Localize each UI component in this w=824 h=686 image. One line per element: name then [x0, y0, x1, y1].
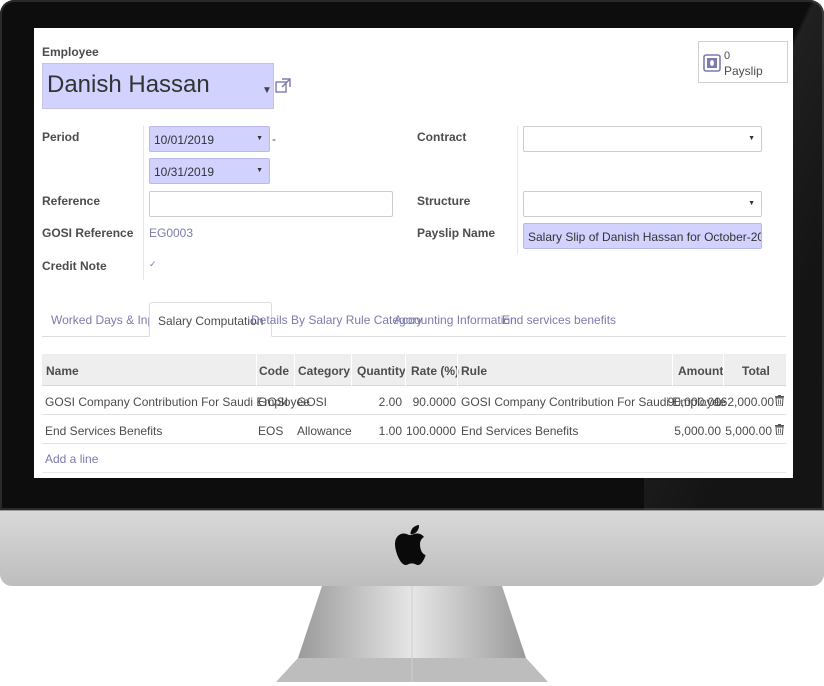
column-separator: [294, 354, 295, 386]
col-header-name[interactable]: Name: [46, 364, 79, 378]
column-divider: [517, 126, 518, 254]
cell-rate: 100.0000: [405, 424, 456, 438]
structure-select[interactable]: ▼: [523, 191, 762, 217]
contract-label: Contract: [417, 130, 467, 144]
cell-rule: End Services Benefits: [461, 424, 579, 438]
monitor-stand: [276, 586, 548, 682]
structure-label: Structure: [417, 194, 471, 208]
credit-note-label: Credit Note: [42, 259, 107, 273]
cell-quantity: 1.00: [378, 424, 402, 438]
column-separator: [256, 354, 257, 386]
trash-icon[interactable]: [775, 424, 784, 435]
external-link-icon[interactable]: [275, 78, 291, 94]
period-to-value: 10/31/2019: [154, 165, 215, 179]
column-divider: [143, 126, 144, 280]
dropdown-caret-icon: ▼: [256, 167, 263, 174]
period-label: Period: [42, 130, 80, 144]
column-separator: [405, 354, 406, 386]
dropdown-caret-icon: ▼: [256, 135, 263, 142]
col-header-total[interactable]: Total: [742, 364, 770, 378]
column-separator: [672, 354, 673, 386]
tab-end-services-benefits[interactable]: End services benefits: [494, 302, 624, 337]
dropdown-caret-icon: ▼: [748, 135, 755, 142]
cell-code: EOS: [258, 424, 284, 438]
cell-code: GOSI: [258, 395, 289, 409]
col-header-amount[interactable]: Amount: [678, 364, 723, 378]
money-icon: [703, 54, 721, 72]
cell-total: 5,000.00: [725, 424, 772, 438]
period-from-value: 10/01/2019: [154, 133, 215, 147]
cell-category: Allowance: [297, 424, 352, 438]
column-separator: [351, 354, 352, 386]
cell-quantity: 2.00: [378, 395, 402, 409]
table-row[interactable]: GOSI Company Contribution For Saudi Empl…: [42, 387, 786, 415]
column-separator: [457, 354, 458, 386]
cell-amount: 90,000.00: [667, 395, 721, 409]
table-header: Name Code Category Quantity Rate (%) Rul…: [42, 354, 786, 386]
payslip-name-label: Payslip Name: [417, 226, 496, 240]
payslip-smart-button[interactable]: 0 Payslip: [698, 41, 788, 83]
payslip-form-screen: Employee Danish Hassan ▼ 0 Payslip Perio…: [34, 28, 793, 478]
credit-note-checkbox[interactable]: ✓: [149, 260, 157, 269]
apple-logo-icon: [395, 525, 426, 565]
payslip-button-label: Payslip: [724, 64, 763, 78]
period-to-field[interactable]: 10/31/2019 ▼: [149, 158, 270, 184]
dropdown-caret-icon: ▼: [748, 200, 755, 207]
reference-label: Reference: [42, 194, 101, 208]
col-header-rate[interactable]: Rate (%): [411, 364, 459, 378]
column-separator: [723, 354, 724, 386]
cell-amount: 5,000.00: [674, 424, 721, 438]
gosi-reference-label: GOSI Reference: [42, 226, 134, 240]
table-footer-border: [42, 472, 786, 473]
reference-input[interactable]: [149, 191, 393, 217]
col-header-category[interactable]: Category: [298, 364, 350, 378]
col-header-quantity[interactable]: Quantity: [357, 364, 406, 378]
contract-select[interactable]: ▼: [523, 126, 762, 152]
trash-icon[interactable]: [775, 395, 784, 406]
dropdown-caret-icon[interactable]: ▼: [262, 85, 272, 96]
payslip-name-input[interactable]: Salary Slip of Danish Hassan for October…: [523, 223, 762, 249]
employee-label: Employee: [42, 45, 99, 59]
employee-field[interactable]: Danish Hassan: [42, 63, 274, 109]
cell-category: GOSI: [297, 395, 328, 409]
period-separator: -: [272, 132, 276, 146]
cell-rate: 90.0000: [412, 395, 456, 409]
table-row[interactable]: End Services Benefits EOS Allowance 1.00…: [42, 416, 786, 444]
cell-total: 162,000.00: [714, 395, 775, 409]
col-header-rule[interactable]: Rule: [461, 364, 487, 378]
cell-name: End Services Benefits: [45, 424, 163, 438]
col-header-code[interactable]: Code: [259, 364, 289, 378]
add-line-link[interactable]: Add a line: [45, 452, 98, 466]
period-from-field[interactable]: 10/01/2019 ▼: [149, 126, 270, 152]
gosi-reference-value[interactable]: EG0003: [149, 226, 193, 240]
payslip-count: 0: [724, 50, 731, 62]
